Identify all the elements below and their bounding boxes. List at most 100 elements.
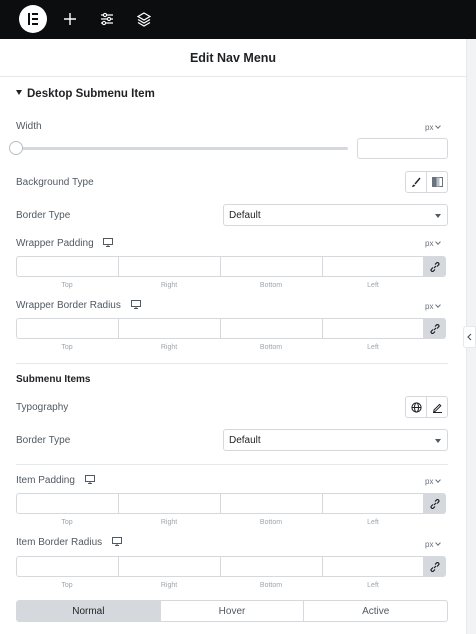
pencil-icon xyxy=(432,403,442,413)
wrapper-border-radius-dimensions xyxy=(16,318,448,339)
item-border-radius-unit-value: px xyxy=(425,540,434,549)
item-padding-dimension-labels: Top Right Bottom Left xyxy=(16,519,424,526)
item-radius-left-input[interactable] xyxy=(322,556,424,577)
edit-typography-button[interactable] xyxy=(426,397,447,417)
collapse-panel-button[interactable] xyxy=(463,326,476,348)
state-tabs: Normal Hover Active xyxy=(16,600,448,622)
dim-label-bottom: Bottom xyxy=(259,344,283,351)
wrapper-padding-link-button[interactable] xyxy=(424,256,446,277)
item-padding-link-button[interactable] xyxy=(424,493,446,514)
desktop-monitor-icon[interactable] xyxy=(130,300,141,309)
item-padding-right-input[interactable] xyxy=(118,493,220,514)
width-unit-select[interactable]: px xyxy=(425,123,442,132)
globe-icon xyxy=(410,401,422,413)
dim-label-bottom: Bottom xyxy=(259,519,283,526)
item-radius-dimension-labels: Top Right Bottom Left xyxy=(16,582,424,589)
submenu-items-heading: Submenu Items xyxy=(16,374,91,385)
dim-label-left: Left xyxy=(367,519,379,526)
link-icon xyxy=(430,261,440,272)
dim-label-left: Left xyxy=(367,582,379,589)
panel-header: Edit Nav Menu xyxy=(0,39,466,77)
wrapper-border-radius-text: Wrapper Border Radius xyxy=(16,300,121,311)
item-border-type-label: Border Type xyxy=(16,435,71,446)
item-radius-bottom-input[interactable] xyxy=(220,556,322,577)
wrapper-radius-bottom-input[interactable] xyxy=(220,318,322,339)
tab-hover[interactable]: Hover xyxy=(159,601,304,621)
typography-controls xyxy=(405,396,448,418)
width-unit-value: px xyxy=(425,123,434,132)
desktop-monitor-icon[interactable] xyxy=(111,537,122,546)
elementor-logo-icon[interactable] xyxy=(19,5,47,33)
link-icon xyxy=(430,498,440,509)
background-type-label: Background Type xyxy=(16,177,94,188)
tab-active[interactable]: Active xyxy=(303,601,447,621)
width-number-input[interactable] xyxy=(357,138,448,159)
background-classic-option[interactable] xyxy=(406,172,426,192)
background-gradient-option[interactable] xyxy=(426,172,447,192)
wrapper-padding-unit-select[interactable]: px xyxy=(425,239,442,248)
brush-icon xyxy=(411,177,421,187)
wrapper-radius-right-input[interactable] xyxy=(118,318,220,339)
divider xyxy=(16,464,448,465)
link-icon xyxy=(430,323,440,334)
caret-down-icon xyxy=(435,439,441,443)
wrapper-padding-top-input[interactable] xyxy=(16,256,118,277)
dim-label-top: Top xyxy=(61,282,73,289)
wrapper-radius-dimension-labels: Top Right Bottom Left xyxy=(16,344,424,351)
item-padding-bottom-input[interactable] xyxy=(220,493,322,514)
top-bar xyxy=(0,0,476,39)
wrapper-padding-unit-value: px xyxy=(425,239,434,248)
wrapper-padding-dimension-labels: Top Right Bottom Left xyxy=(16,282,424,289)
width-slider-track[interactable] xyxy=(16,147,348,150)
chevron-down-icon xyxy=(435,239,442,245)
wrapper-radius-link-button[interactable] xyxy=(424,318,446,339)
wrapper-padding-right-input[interactable] xyxy=(118,256,220,277)
wrapper-padding-left-input[interactable] xyxy=(322,256,424,277)
item-border-radius-label: Item Border Radius xyxy=(16,537,122,548)
item-radius-top-input[interactable] xyxy=(16,556,118,577)
item-border-type-value: Default xyxy=(229,435,261,446)
item-border-type-select[interactable]: Default xyxy=(223,429,448,451)
global-typography-button[interactable] xyxy=(406,397,426,417)
item-padding-top-input[interactable] xyxy=(16,493,118,514)
wrapper-padding-bottom-input[interactable] xyxy=(220,256,322,277)
divider xyxy=(16,363,448,364)
background-type-choices xyxy=(405,171,448,193)
plus-icon[interactable] xyxy=(60,9,80,29)
dim-label-bottom: Bottom xyxy=(259,282,283,289)
item-padding-label: Item Padding xyxy=(16,475,95,486)
desktop-monitor-icon[interactable] xyxy=(84,475,95,484)
width-label: Width xyxy=(16,121,42,132)
section-toggle-desktop-submenu-item[interactable]: Desktop Submenu Item xyxy=(16,88,155,100)
dim-label-right: Right xyxy=(160,282,178,289)
layers-icon[interactable] xyxy=(134,9,154,29)
wrapper-border-radius-unit-value: px xyxy=(425,302,434,311)
item-border-radius-unit-select[interactable]: px xyxy=(425,540,442,549)
item-radius-right-input[interactable] xyxy=(118,556,220,577)
dim-label-top: Top xyxy=(61,582,73,589)
panel-title: Edit Nav Menu xyxy=(189,51,277,65)
sliders-icon[interactable] xyxy=(97,9,117,29)
item-padding-left-input[interactable] xyxy=(322,493,424,514)
wrapper-border-radius-unit-select[interactable]: px xyxy=(425,302,442,311)
item-border-radius-dimensions xyxy=(16,556,448,577)
dim-label-right: Right xyxy=(160,344,178,351)
border-type-label: Border Type xyxy=(16,210,71,221)
chevron-down-icon xyxy=(435,477,442,483)
dim-label-left: Left xyxy=(367,282,379,289)
wrapper-radius-top-input[interactable] xyxy=(16,318,118,339)
item-padding-unit-select[interactable]: px xyxy=(425,477,442,486)
item-padding-unit-value: px xyxy=(425,477,434,486)
caret-down-icon xyxy=(435,214,441,218)
border-type-value: Default xyxy=(229,210,261,221)
item-radius-link-button[interactable] xyxy=(424,556,446,577)
dim-label-right: Right xyxy=(160,519,178,526)
width-slider-handle[interactable] xyxy=(9,141,23,155)
dim-label-right: Right xyxy=(160,582,178,589)
desktop-monitor-icon[interactable] xyxy=(103,238,114,247)
tab-normal[interactable]: Normal xyxy=(17,601,160,621)
wrapper-radius-left-input[interactable] xyxy=(322,318,424,339)
wrapper-padding-label: Wrapper Padding xyxy=(16,238,114,249)
border-type-select[interactable]: Default xyxy=(223,204,448,226)
caret-down-icon xyxy=(16,90,22,95)
